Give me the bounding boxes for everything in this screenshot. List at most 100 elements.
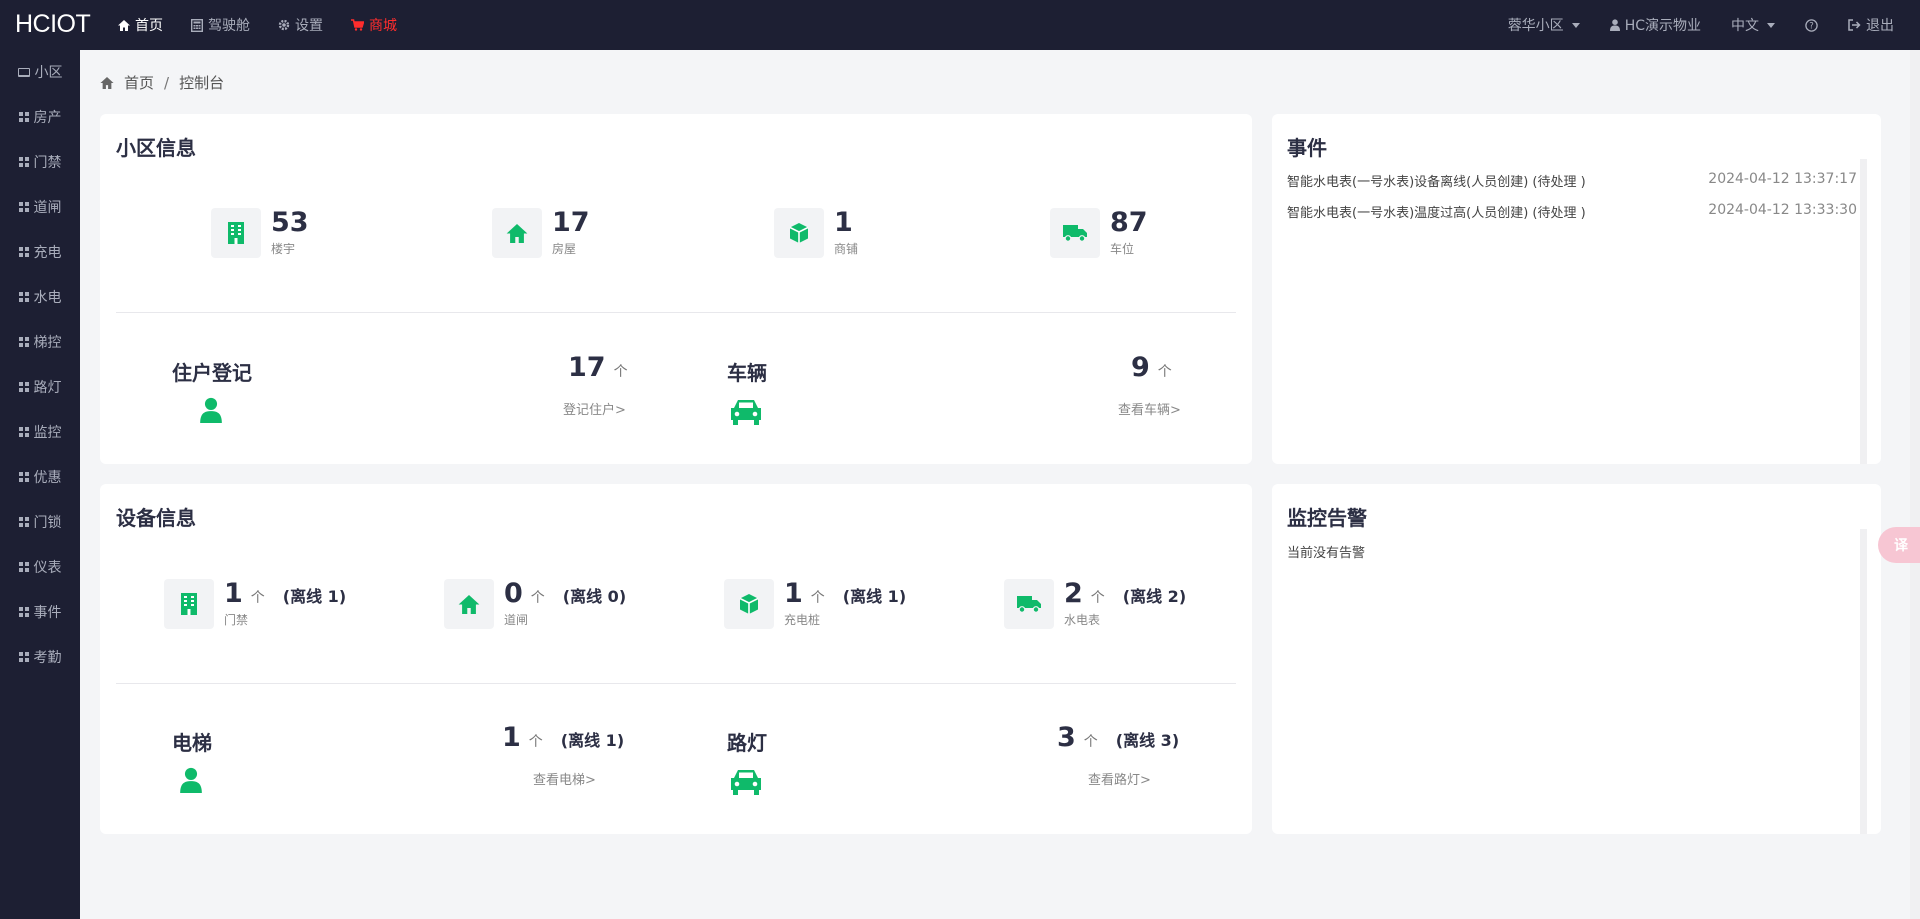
- view-vehicles-link[interactable]: 查看车辆>: [1118, 399, 1181, 418]
- event-item[interactable]: 智能水电表(一号水表)设备离线(人员创建) (待处理 ) 2024-04-12 …: [1287, 171, 1857, 190]
- event-item[interactable]: 智能水电表(一号水表)温度过高(人员创建) (待处理 ) 2024-04-12 …: [1287, 202, 1857, 221]
- sidebar-item-monitoring[interactable]: 监控: [0, 409, 80, 454]
- sidebar-item-barrier-gate[interactable]: 道闸: [0, 184, 80, 229]
- sidebar-item-label: 道闸: [33, 199, 62, 216]
- home-icon: [492, 208, 542, 258]
- stat-value: 87: [1110, 207, 1148, 238]
- grid-icon: [18, 606, 29, 617]
- nav-mall[interactable]: 商城: [351, 15, 397, 35]
- stat-buildings: 53 楼宇: [211, 208, 309, 258]
- device-count-unit: 个: [250, 590, 265, 606]
- device-label: 水电表: [1064, 613, 1101, 627]
- language-dropdown[interactable]: 中文: [1731, 15, 1775, 35]
- breadcrumb-home[interactable]: 首页: [124, 72, 154, 93]
- building-icon: [164, 579, 214, 629]
- sidebar-item-events[interactable]: 事件: [0, 589, 80, 634]
- building-icon: [211, 208, 261, 258]
- streetlight-title: 路灯: [727, 731, 767, 755]
- sidebar-item-label: 水电: [33, 289, 62, 306]
- device-offline: (离线 1): [282, 587, 347, 606]
- device-charging-pile: 1 个 (离线 1) 充电桩: [724, 579, 906, 629]
- no-alerts-text: 当前没有告警: [1287, 546, 1366, 561]
- nav-cockpit-label: 驾驶舱: [208, 18, 250, 34]
- community-info-card: 小区信息 53 楼宇 17 房屋 1 商铺 87 车位 住户登记 17 个 登记…: [100, 114, 1252, 464]
- sidebar-item-property[interactable]: 房产: [0, 94, 80, 139]
- vehicle-count-unit: 个: [1157, 364, 1172, 380]
- device-info-title: 设备信息: [116, 506, 196, 530]
- resident-count: 17 个: [568, 352, 628, 383]
- grid-icon: [18, 651, 29, 662]
- elevator-count-value: 1: [502, 722, 521, 753]
- sidebar-item-access-control[interactable]: 门禁: [0, 139, 80, 184]
- device-offline: (离线 1): [842, 587, 907, 606]
- calculator-icon: [191, 18, 203, 32]
- stat-shops: 1 商铺: [774, 208, 858, 258]
- device-count-unit: 个: [810, 590, 825, 606]
- register-resident-link[interactable]: 登记住户>: [563, 399, 626, 418]
- breadcrumb: 首页 / 控制台: [100, 72, 224, 93]
- sidebar-item-utilities[interactable]: 水电: [0, 274, 80, 319]
- section-divider: [116, 683, 1236, 684]
- sidebar-item-label: 优惠: [33, 469, 62, 486]
- sidebar-item-label: 门禁: [33, 154, 62, 171]
- sidebar-item-label: 事件: [33, 604, 62, 621]
- help-button[interactable]: ?: [1805, 18, 1818, 32]
- caret-down-icon: [1767, 22, 1775, 28]
- grid-icon: [18, 156, 29, 167]
- cart-icon: [351, 19, 364, 31]
- event-time: 2024-04-12 13:33:30: [1708, 202, 1857, 218]
- company-menu[interactable]: HC演示物业: [1609, 15, 1701, 35]
- device-offline: (离线 0): [562, 587, 627, 606]
- sidebar-item-label: 充电: [33, 244, 62, 261]
- nav-home[interactable]: 首页: [118, 15, 163, 35]
- sidebar-item-elevator-control[interactable]: 梯控: [0, 319, 80, 364]
- top-right-menu: 蓉华小区 HC演示物业 中文 ? 退出: [1508, 0, 1894, 50]
- monitor-alerts-card: 监控告警 当前没有告警: [1272, 484, 1881, 834]
- resident-count-value: 17: [568, 352, 606, 383]
- sidebar-item-meters[interactable]: 仪表: [0, 544, 80, 589]
- sidebar-item-community[interactable]: 小区: [0, 50, 80, 94]
- laptop-icon: [17, 67, 30, 77]
- view-elevators-link[interactable]: 查看电梯>: [533, 769, 596, 788]
- car-icon: [728, 768, 764, 800]
- breadcrumb-current: 控制台: [179, 74, 225, 92]
- stat-value: 53: [271, 207, 309, 238]
- device-count: 1: [784, 578, 803, 609]
- sidebar-item-label: 小区: [34, 65, 63, 81]
- stat-houses: 17 房屋: [492, 208, 590, 258]
- brand-logo[interactable]: HCIOT: [15, 10, 91, 39]
- events-scrollbar[interactable]: [1860, 159, 1867, 464]
- community-dropdown[interactable]: 蓉华小区: [1508, 15, 1580, 35]
- grid-icon: [18, 471, 29, 482]
- grid-icon: [18, 336, 29, 347]
- device-label: 充电桩: [784, 613, 821, 627]
- translate-floating-button[interactable]: 译: [1878, 527, 1920, 563]
- stat-parking-spaces: 87 车位: [1050, 208, 1148, 258]
- sidebar-item-charging[interactable]: 充电: [0, 229, 80, 274]
- elevator-title: 电梯: [172, 731, 212, 755]
- logout-button[interactable]: 退出: [1848, 15, 1894, 35]
- sidebar: 小区 房产 门禁 道闸 充电 水电 梯控 路灯 监控 优惠 门锁 仪表 事件 考…: [0, 50, 80, 919]
- event-time: 2024-04-12 13:37:17: [1708, 171, 1857, 187]
- sidebar-item-attendance[interactable]: 考勤: [0, 634, 80, 679]
- cube-icon: [774, 208, 824, 258]
- top-navbar: HCIOT 首页 驾驶舱 设置 商城 蓉华小区 HC演示物业 中文 ? 退出: [0, 0, 1920, 50]
- nav-cockpit[interactable]: 驾驶舱: [191, 15, 250, 35]
- alerts-scrollbar[interactable]: [1860, 529, 1867, 834]
- page-scrollbar[interactable]: [1910, 50, 1920, 919]
- community-name: 蓉华小区: [1507, 18, 1564, 34]
- sidebar-item-streetlight[interactable]: 路灯: [0, 364, 80, 409]
- sidebar-item-label: 梯控: [33, 334, 62, 351]
- nav-settings[interactable]: 设置: [278, 15, 323, 35]
- view-streetlights-link[interactable]: 查看路灯>: [1088, 769, 1151, 788]
- vehicle-count-value: 9: [1131, 352, 1150, 383]
- device-count-unit: 个: [530, 590, 545, 606]
- device-count: 0: [504, 578, 523, 609]
- sidebar-item-label: 房产: [33, 109, 62, 126]
- sidebar-item-discounts[interactable]: 优惠: [0, 454, 80, 499]
- grid-icon: [18, 426, 29, 437]
- sidebar-item-label: 考勤: [33, 649, 62, 666]
- vehicles-title: 车辆: [727, 361, 767, 385]
- sidebar-item-door-lock[interactable]: 门锁: [0, 499, 80, 544]
- device-label: 门禁: [224, 613, 249, 627]
